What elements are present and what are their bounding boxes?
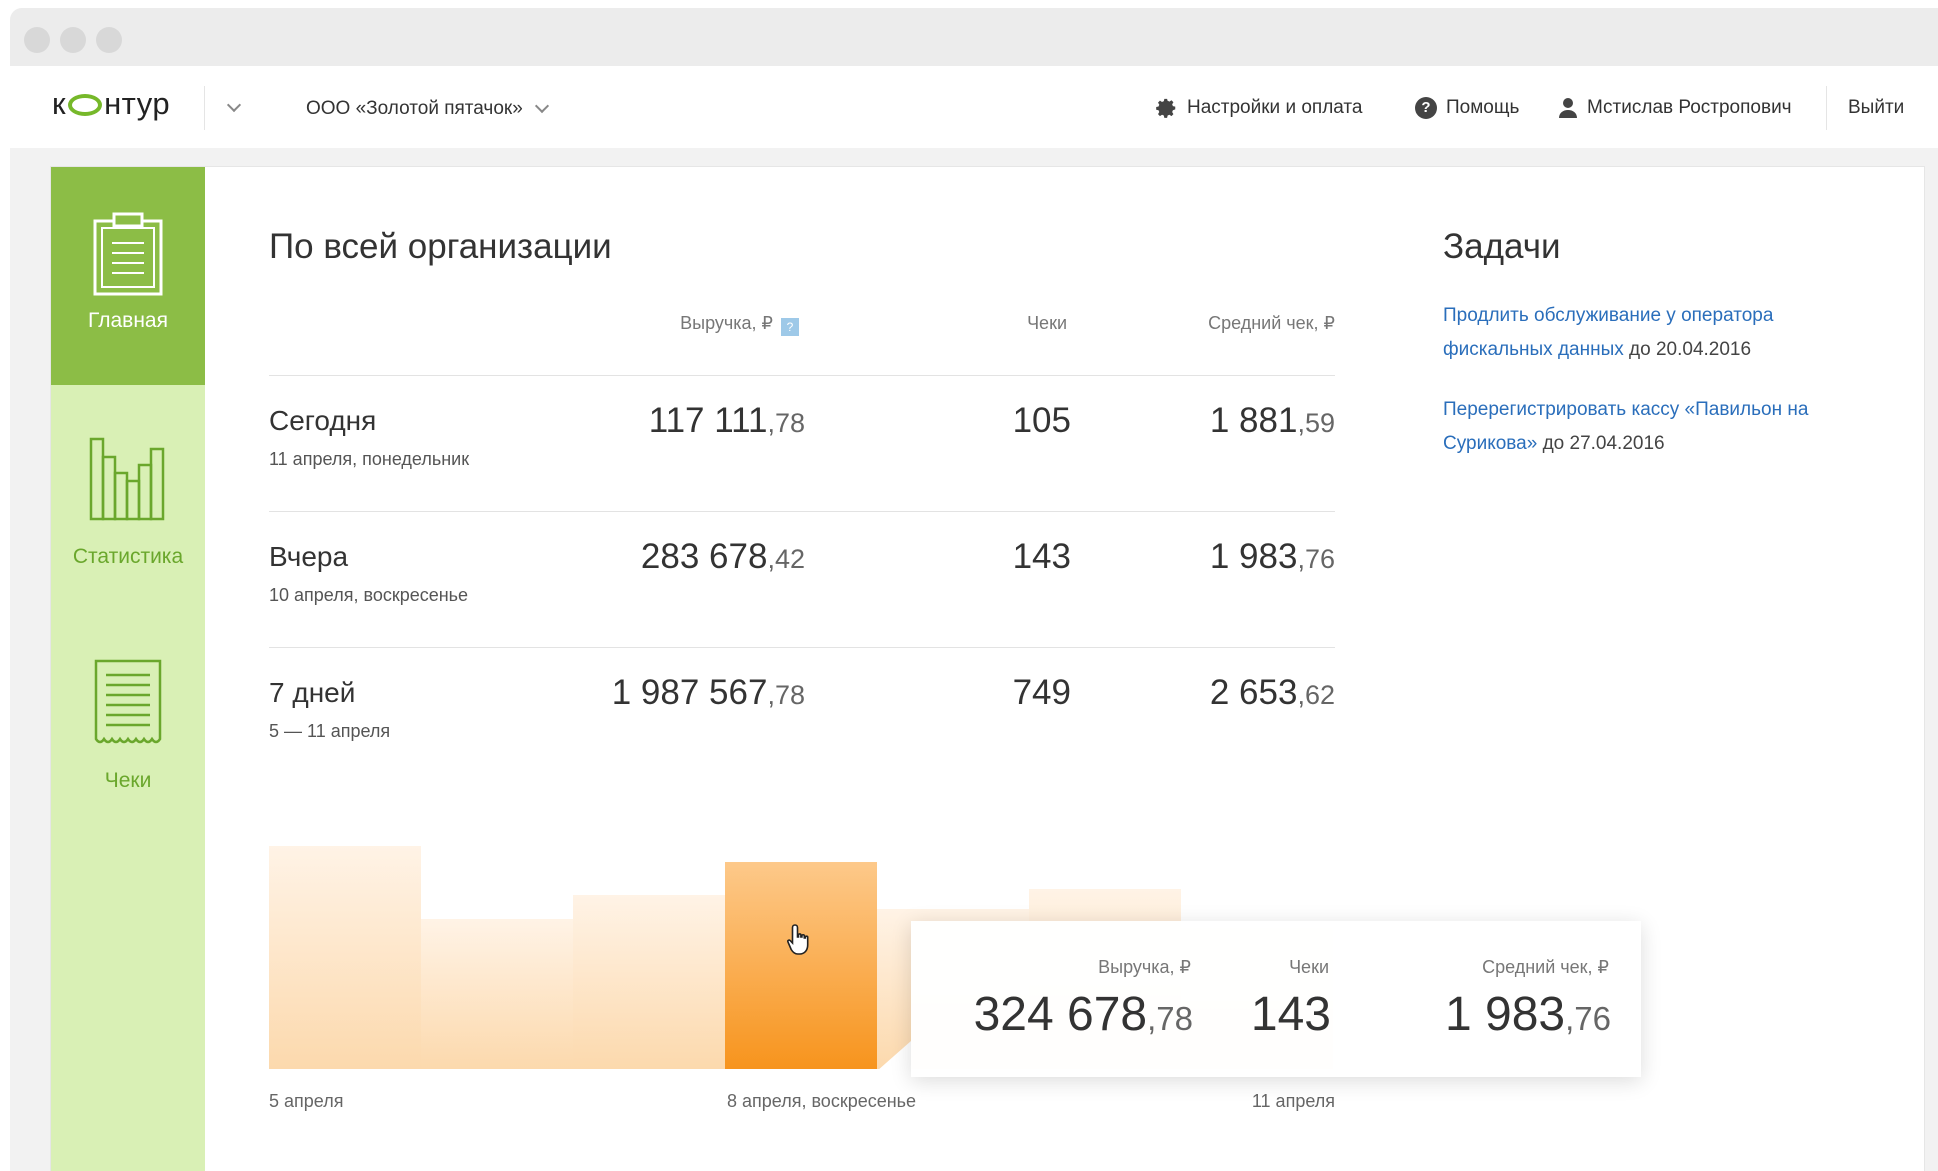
dashboard-card: Главная Статистика Чеки По всей организа… xyxy=(50,166,1925,1171)
sidebar-item-label: Чеки xyxy=(104,769,152,792)
average-value: 2 653,62 xyxy=(1209,673,1335,712)
browser-window: к нтур ООО «Золотой пятачок» Настройки и… xyxy=(10,8,1938,1171)
row-date: 5 — 11 апреля xyxy=(269,721,391,741)
tooltip-revenue-label: Выручка, ₽ xyxy=(1098,957,1191,977)
sidebar-item-home[interactable]: Главная xyxy=(51,167,205,385)
window-close-button[interactable] xyxy=(24,27,50,53)
help-label: Помощь xyxy=(1446,97,1520,118)
window-zoom-button[interactable] xyxy=(96,27,122,53)
row-label-today: Сегодня xyxy=(269,405,377,436)
tooltip-average-label: Средний чек, ₽ xyxy=(1482,957,1609,977)
bar-chart-icon xyxy=(89,437,165,521)
top-navigation: к нтур ООО «Золотой пятачок» Настройки и… xyxy=(10,66,1938,148)
divider xyxy=(269,511,1335,512)
user-profile-link[interactable]: Мстислав Ростропович xyxy=(1558,97,1792,119)
tasks-title: Задачи xyxy=(1443,227,1561,266)
x-axis-label-end: 11 апреля xyxy=(1251,1091,1335,1111)
x-axis-label-highlight: 8 апреля, воскресенье xyxy=(727,1091,917,1111)
page-title: По всей организации xyxy=(269,227,612,266)
chart-bar-4[interactable] xyxy=(725,862,877,1069)
row-date: 10 апреля, воскресенье xyxy=(269,585,469,605)
logo-text-end: нтур xyxy=(104,86,171,121)
help-question-icon[interactable]: ? xyxy=(781,318,799,336)
chart-bar-1[interactable] xyxy=(269,846,421,1069)
sidebar-item-label: Статистика xyxy=(72,545,184,568)
column-header-checks: Чеки xyxy=(1027,313,1067,333)
x-axis-label-start: 5 апреля xyxy=(269,1091,344,1111)
average-value: 1 983,76 xyxy=(1209,537,1335,576)
logo-text-start: к xyxy=(52,86,67,121)
chart-bar-2[interactable] xyxy=(421,919,573,1069)
gear-icon xyxy=(1156,98,1176,118)
tooltip-revenue-value: 324 678,78 xyxy=(973,988,1193,1041)
row-label-seven-days: 7 дней xyxy=(269,677,356,708)
logout-link[interactable]: Выйти xyxy=(1848,97,1904,119)
revenue-value: 283 678,42 xyxy=(640,537,805,576)
tooltip-checks-value: 143 xyxy=(1250,988,1331,1041)
divider xyxy=(1826,86,1827,130)
chart-tooltip: Выручка, ₽ Чеки Средний чек, ₽ 324 678,7… xyxy=(911,921,1641,1077)
organization-selector[interactable]: ООО «Золотой пятачок» xyxy=(306,98,549,120)
hand-pointer-cursor-icon xyxy=(787,924,809,955)
divider xyxy=(204,86,205,130)
user-icon xyxy=(1559,98,1577,118)
task-item: Перерегистрировать кассу «Павильон на Су… xyxy=(1443,393,1863,461)
column-header-average: Средний чек, ₽ xyxy=(1208,313,1335,333)
help-link[interactable]: ? Помощь xyxy=(1415,97,1519,119)
divider xyxy=(269,375,1335,376)
logout-label: Выйти xyxy=(1848,97,1905,118)
product-menu-chevron-down-icon[interactable] xyxy=(226,97,242,113)
sidebar-item-statistics[interactable]: Статистика xyxy=(51,437,205,569)
settings-link[interactable]: Настройки и оплата xyxy=(1156,97,1362,119)
sidebar: Главная Статистика Чеки xyxy=(51,167,205,1171)
checks-value: 749 xyxy=(1012,673,1071,712)
tooltip-average-value: 1 983,76 xyxy=(1445,988,1611,1041)
checks-value: 143 xyxy=(1012,537,1071,576)
checks-value: 105 xyxy=(1012,401,1071,440)
clipboard-icon xyxy=(93,212,163,296)
task-deadline: до 20.04.2016 xyxy=(1623,339,1752,360)
kontur-logo[interactable]: к нтур xyxy=(52,86,170,122)
window-titlebar xyxy=(10,8,1938,66)
tooltip-pointer xyxy=(877,1041,911,1071)
window-minimize-button[interactable] xyxy=(60,27,86,53)
revenue-value: 1 987 567,78 xyxy=(611,673,805,712)
average-value: 1 881,59 xyxy=(1209,401,1335,440)
user-name: Мстислав Ростропович xyxy=(1587,97,1792,118)
organization-name: ООО «Золотой пятачок» xyxy=(306,98,523,119)
row-label-yesterday: Вчера xyxy=(269,541,349,572)
sidebar-item-label: Главная xyxy=(88,309,168,332)
divider xyxy=(269,647,1335,648)
row-date: 11 апреля, понедельник xyxy=(269,449,470,469)
chart-bar-3[interactable] xyxy=(573,895,725,1069)
sidebar-item-receipts[interactable]: Чеки xyxy=(51,657,205,793)
column-header-revenue: Выручка, ₽? xyxy=(629,313,799,336)
column-header-label: Выручка, ₽ xyxy=(680,313,773,333)
settings-label: Настройки и оплата xyxy=(1187,97,1363,118)
tooltip-checks-label: Чеки xyxy=(1289,957,1329,977)
task-deadline: до 27.04.2016 xyxy=(1537,433,1665,454)
help-icon: ? xyxy=(1415,97,1437,119)
logo-ring-icon xyxy=(68,94,103,116)
task-item: Продлить обслуживание у оператора фискал… xyxy=(1443,299,1863,367)
revenue-value: 117 111,78 xyxy=(648,401,805,440)
chevron-down-icon xyxy=(534,98,549,114)
receipt-icon xyxy=(94,659,162,744)
